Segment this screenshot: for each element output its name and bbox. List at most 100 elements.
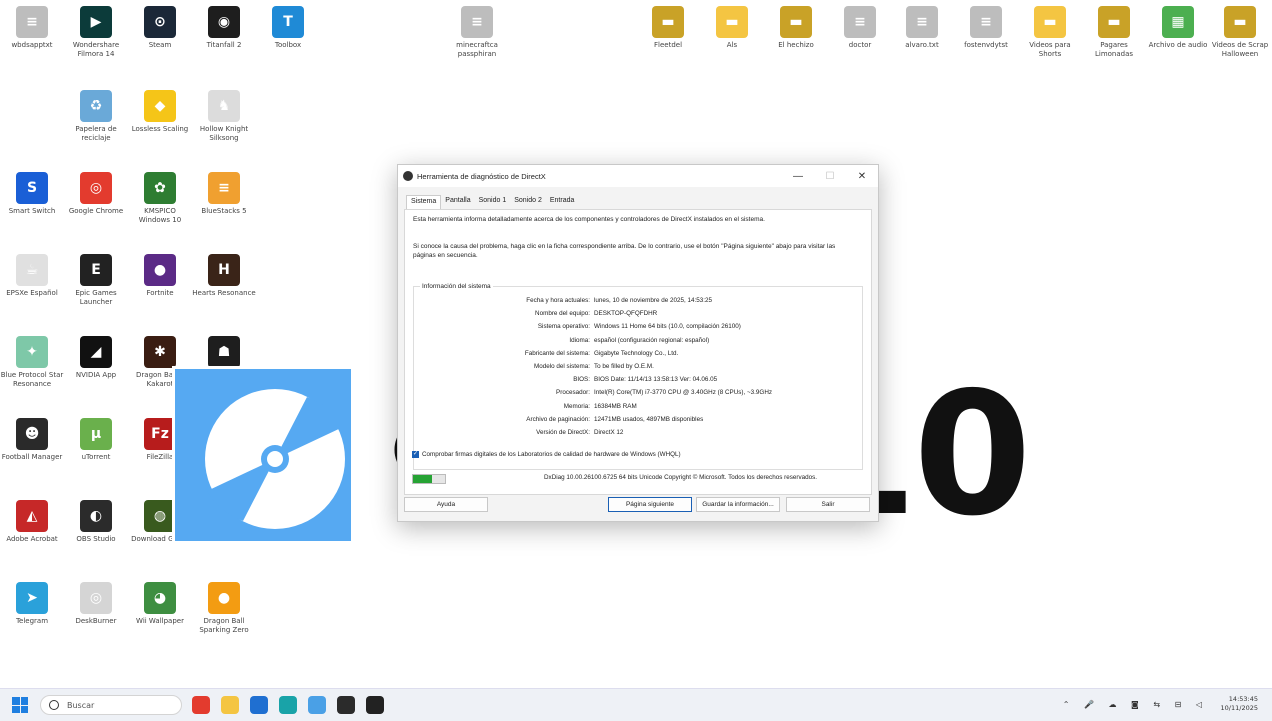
- desktop-icon[interactable]: ≡ BlueStacks 5: [192, 172, 256, 216]
- app-icon: ≡: [844, 6, 876, 38]
- desktop-icon-label: BlueStacks 5: [201, 207, 247, 215]
- save-info-button[interactable]: Guardar la información...: [696, 497, 780, 512]
- taskbar-app-notepad-icon[interactable]: [308, 696, 326, 714]
- desktop-icon[interactable]: ▶ Wondershare Filmora 14: [64, 6, 128, 59]
- taskbar-app-chrome-icon[interactable]: [192, 696, 210, 714]
- search-icon: [49, 700, 59, 710]
- desktop-icon[interactable]: ● Dragon Ball Sparking Zero: [192, 582, 256, 635]
- info-row: Versión de DirectX: DirectX 12: [414, 429, 862, 442]
- desktop-icon[interactable]: ≡ alvaro.txt: [890, 6, 954, 50]
- title-bar[interactable]: Herramienta de diagnóstico de DirectX — …: [398, 165, 878, 187]
- desktop-icon[interactable]: ≡ minecraftca passphiran: [445, 6, 509, 59]
- desktop-icon[interactable]: S Smart Switch: [0, 172, 64, 216]
- desktop-icon[interactable]: ➤ Telegram: [0, 582, 64, 626]
- app-icon: ≡: [461, 6, 493, 38]
- info-key: Sistema operativo:: [537, 323, 590, 331]
- info-row: BIOS: BIOS Date: 11/14/13 13:58:13 Ver: 0…: [414, 376, 862, 389]
- taskbar-app-edge-icon[interactable]: [279, 696, 297, 714]
- app-icon: ◐: [80, 500, 112, 532]
- desktop-icon[interactable]: H Hearts Resonance: [192, 254, 256, 298]
- tab-entrada[interactable]: Entrada: [546, 195, 579, 209]
- desktop-icon[interactable]: ≡ fostenvdytst: [954, 6, 1018, 50]
- app-icon: ≡: [16, 6, 48, 38]
- taskbar-app-app-icon[interactable]: [337, 696, 355, 714]
- search-box[interactable]: Buscar: [40, 695, 182, 715]
- dvd-logo-icon: [172, 366, 354, 544]
- tab-sistema[interactable]: Sistema: [406, 195, 442, 209]
- desktop-icon-label: minecraftca passphiran: [456, 41, 498, 58]
- desktop-icon[interactable]: ◆ Lossless Scaling: [128, 90, 192, 134]
- taskbar-app-store-icon[interactable]: [250, 696, 268, 714]
- desktop-icon[interactable]: ▬ Fleetdel: [636, 6, 700, 50]
- help-button[interactable]: Ayuda: [404, 497, 488, 512]
- desktop-icon[interactable]: ✦ Blue Protocol Star Resonance: [0, 336, 64, 389]
- info-value: DESKTOP-QFQFDHR: [594, 310, 658, 318]
- desktop-icon-label: uTorrent: [81, 453, 111, 461]
- desktop-icon[interactable]: ≡ doctor: [828, 6, 892, 50]
- desktop-icon[interactable]: ▬ Videos de Scrap Halloween: [1208, 6, 1272, 59]
- checkbox-checked-icon[interactable]: ✓: [412, 451, 419, 458]
- info-key: Modelo del sistema:: [534, 363, 590, 370]
- desktop-icon[interactable]: E Epic Games Launcher: [64, 254, 128, 307]
- app-icon: ✿: [144, 172, 176, 204]
- desktop-icon-label: Archivo de audio: [1148, 41, 1208, 49]
- clock[interactable]: 14:53:45 10/11/2025: [1221, 695, 1258, 713]
- tab-bar: Sistema Pantalla Sonido 1 Sonido 2 Entra…: [398, 195, 878, 209]
- app-icon: ◎: [80, 582, 112, 614]
- app-icon: ◆: [144, 90, 176, 122]
- desktop-icon-label: Fortnite: [146, 289, 174, 297]
- taskbar-app-explorer-icon[interactable]: [221, 696, 239, 714]
- desktop-icon[interactable]: T Toolbox: [256, 6, 320, 50]
- desktop-icon[interactable]: ◉ Titanfall 2: [192, 6, 256, 50]
- desktop-icon[interactable]: ◐ OBS Studio: [64, 500, 128, 544]
- clock-time: 14:53:45: [1228, 695, 1258, 703]
- exit-button[interactable]: Salir: [786, 497, 870, 512]
- desktop-icon[interactable]: ☕ EPSXe Español: [0, 254, 64, 298]
- info-value: Intel(R) Core(TM) i7-3770 CPU @ 3.40GHz …: [594, 389, 773, 397]
- next-page-button[interactable]: Página siguiente: [608, 497, 692, 512]
- desktop-icon[interactable]: ◎ DeskBurner: [64, 582, 128, 626]
- info-key: Archivo de paginación:: [526, 415, 590, 423]
- taskbar-app-dxdiag-icon[interactable]: [366, 696, 384, 714]
- desktop-icon[interactable]: ⊙ Steam: [128, 6, 192, 50]
- desktop-icon[interactable]: ▬ Videos para Shorts: [1018, 6, 1082, 59]
- desktop-icon[interactable]: ◕ Wii Wallpaper: [128, 582, 192, 626]
- tray-icons[interactable]: ⌃ 🎤 ☁ ◙ ⇆ ⊟ ◁: [1063, 700, 1208, 709]
- info-row: Procesador: Intel(R) Core(TM) i7-3770 CPU…: [414, 389, 862, 402]
- desktop-icon-label: Als: [726, 41, 738, 49]
- desktop-icon[interactable]: μ uTorrent: [64, 418, 128, 462]
- desktop-icon[interactable]: ▬ Als: [700, 6, 764, 50]
- desktop-icon-label: alvaro.txt: [905, 41, 939, 49]
- desktop-icon[interactable]: ☻ Football Manager: [0, 418, 64, 462]
- desktop-icon[interactable]: ● Fortnite: [128, 254, 192, 298]
- desktop-icon[interactable]: ♞ Hollow Knight Silksong: [192, 90, 256, 143]
- info-row: Idioma: español (configuración regional: …: [414, 337, 862, 350]
- desktop-icon[interactable]: ✿ KMSPICO Windows 10: [128, 172, 192, 225]
- desktop-icon-label: Dragon Ball Sparking Zero: [199, 617, 249, 634]
- desktop-icon[interactable]: ◭ Adobe Acrobat: [0, 500, 64, 544]
- info-key: Memoria:: [563, 402, 590, 410]
- desktop-icon[interactable]: ≡ wbdsapptxt: [0, 6, 64, 50]
- desktop-icon[interactable]: ◢ NVIDIA App: [64, 336, 128, 380]
- app-icon: ▦: [1162, 6, 1194, 38]
- desktop-icon[interactable]: ▦ Archivo de audio: [1146, 6, 1210, 50]
- app-icon: S: [16, 172, 48, 204]
- app-icon: ●: [144, 254, 176, 286]
- app-icon: μ: [80, 418, 112, 450]
- tab-sonido-1[interactable]: Sonido 1: [475, 195, 511, 209]
- close-button[interactable]: ✕: [846, 165, 878, 187]
- maximize-button[interactable]: ☐: [814, 165, 846, 187]
- tab-sonido-2[interactable]: Sonido 2: [510, 195, 546, 209]
- info-row: Fabricante del sistema: Gigabyte Technolo…: [414, 350, 862, 363]
- desktop-icon[interactable]: ▬ El hechizo: [764, 6, 828, 50]
- desktop-icon[interactable]: ▬ Pagares Limonadas: [1082, 6, 1146, 59]
- desktop-icon-label: KMSPICO Windows 10: [138, 207, 182, 224]
- desktop-icon[interactable]: ◎ Google Chrome: [64, 172, 128, 216]
- desktop-icon-label: Smart Switch: [8, 207, 56, 215]
- whql-checkbox[interactable]: ✓ Comprobar firmas digitales de los Labo…: [412, 451, 681, 458]
- desktop-icon[interactable]: ♻ Papelera de reciclaje: [64, 90, 128, 143]
- info-key: Versión de DirectX:: [536, 429, 590, 436]
- tab-pantalla[interactable]: Pantalla: [441, 195, 474, 209]
- start-windows-icon[interactable]: [12, 697, 28, 713]
- minimize-button[interactable]: —: [782, 165, 814, 187]
